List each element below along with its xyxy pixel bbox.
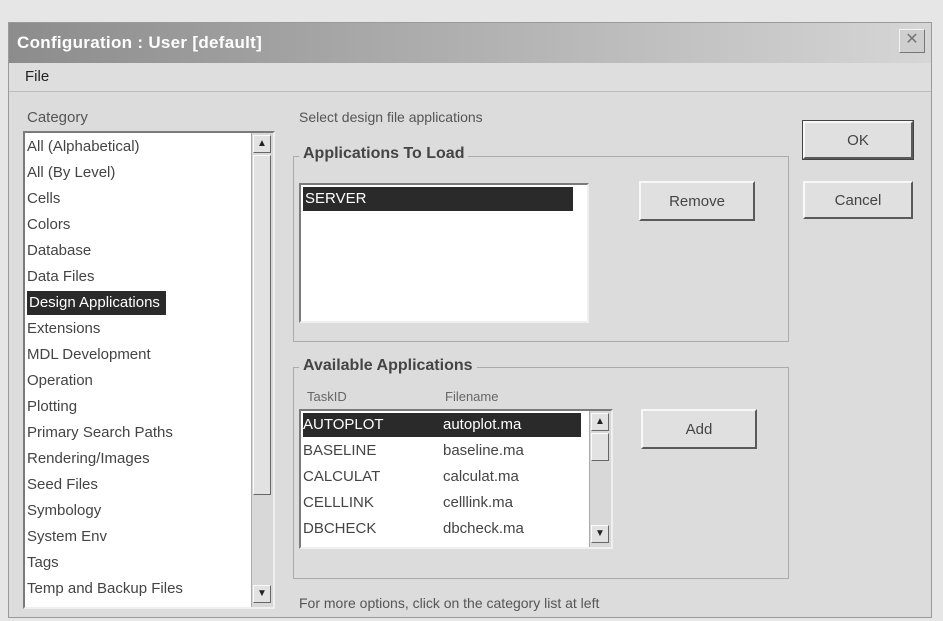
- available-scrollbar[interactable]: ▲ ▼: [589, 411, 611, 547]
- category-item[interactable]: Seed Files: [27, 473, 98, 497]
- filename-column-header[interactable]: Filename: [445, 389, 498, 404]
- category-scrollbar[interactable]: ▲ ▼: [251, 133, 273, 607]
- category-item[interactable]: Plotting: [27, 395, 77, 419]
- available-scroll-up-button[interactable]: ▲: [591, 413, 609, 431]
- scroll-up-arrow-icon: ▲: [595, 416, 605, 427]
- category-item[interactable]: Cells: [27, 187, 60, 211]
- category-item[interactable]: All (Alphabetical): [27, 135, 140, 159]
- category-item[interactable]: MDL Development: [27, 343, 151, 367]
- title-bar[interactable]: Configuration : User [default] ✕: [9, 23, 931, 63]
- filename-cell: celllink.ma: [443, 494, 514, 511]
- category-item[interactable]: Colors: [27, 213, 70, 237]
- filename-cell: dbcheck.ma: [443, 520, 524, 537]
- cancel-button[interactable]: Cancel: [803, 181, 913, 219]
- category-item[interactable]: Design Applications: [27, 291, 166, 315]
- filename-cell: autoplot.ma: [443, 416, 522, 433]
- available-scroll-thumb[interactable]: [591, 433, 609, 461]
- ok-button[interactable]: OK: [802, 120, 914, 160]
- taskid-cell: AUTOPLOT: [303, 416, 384, 433]
- footer-hint: For more options, click on the category …: [299, 595, 600, 611]
- available-applications-title: Available Applications: [299, 357, 477, 375]
- filename-cell: calculat.ma: [443, 468, 519, 485]
- window-title: Configuration : User [default]: [17, 33, 263, 52]
- menu-bar: File: [9, 63, 931, 92]
- scroll-thumb[interactable]: [253, 155, 271, 495]
- category-item[interactable]: Temp and Backup Files: [27, 577, 183, 601]
- applications-to-load-title: Applications To Load: [299, 145, 469, 163]
- category-label: Category: [27, 109, 88, 126]
- taskid-cell: CALCULAT: [303, 468, 381, 485]
- scroll-down-arrow-icon: ▼: [595, 528, 605, 539]
- taskid-cell: BASELINE: [303, 442, 377, 459]
- category-item[interactable]: Symbology: [27, 499, 101, 523]
- category-item[interactable]: System Env: [27, 525, 107, 549]
- configuration-dialog: Configuration : User [default] ✕ File Ca…: [8, 22, 932, 618]
- add-button[interactable]: Add: [641, 409, 757, 449]
- scroll-up-arrow-icon: ▲: [257, 138, 267, 149]
- category-list[interactable]: All (Alphabetical) All (By Level) Cells Col…: [23, 131, 275, 609]
- available-scroll-down-button[interactable]: ▼: [591, 525, 609, 543]
- taskid-cell: DBCHECK: [303, 520, 377, 537]
- menu-file[interactable]: File: [25, 68, 49, 85]
- close-button[interactable]: ✕: [899, 29, 925, 53]
- scroll-up-button[interactable]: ▲: [253, 135, 271, 153]
- filename-cell: baseline.ma: [443, 442, 524, 459]
- category-item[interactable]: Database: [27, 239, 91, 263]
- scroll-down-button[interactable]: ▼: [253, 585, 271, 603]
- category-item[interactable]: Operation: [27, 369, 93, 393]
- category-item[interactable]: All (By Level): [27, 161, 115, 185]
- remove-button[interactable]: Remove: [639, 181, 755, 221]
- category-item[interactable]: Extensions: [27, 317, 100, 341]
- close-icon: ✕: [905, 31, 919, 48]
- applications-to-load-item[interactable]: SERVER: [303, 187, 573, 211]
- taskid-cell: CELLLINK: [303, 494, 374, 511]
- category-item[interactable]: Tags: [27, 551, 59, 575]
- taskid-column-header[interactable]: TaskID: [307, 389, 347, 404]
- available-application-row[interactable]: AUTOPLOT autoplot.ma: [303, 413, 581, 437]
- category-item[interactable]: Primary Search Paths: [27, 421, 173, 445]
- scroll-down-arrow-icon: ▼: [257, 588, 267, 599]
- panel-description: Select design file applications: [299, 109, 483, 125]
- category-item[interactable]: Rendering/Images: [27, 447, 150, 471]
- applications-to-load-list[interactable]: SERVER: [299, 183, 589, 323]
- category-item[interactable]: Data Files: [27, 265, 95, 289]
- available-applications-list[interactable]: AUTOPLOT autoplot.ma BASELINE baseline.ma CA…: [299, 409, 613, 549]
